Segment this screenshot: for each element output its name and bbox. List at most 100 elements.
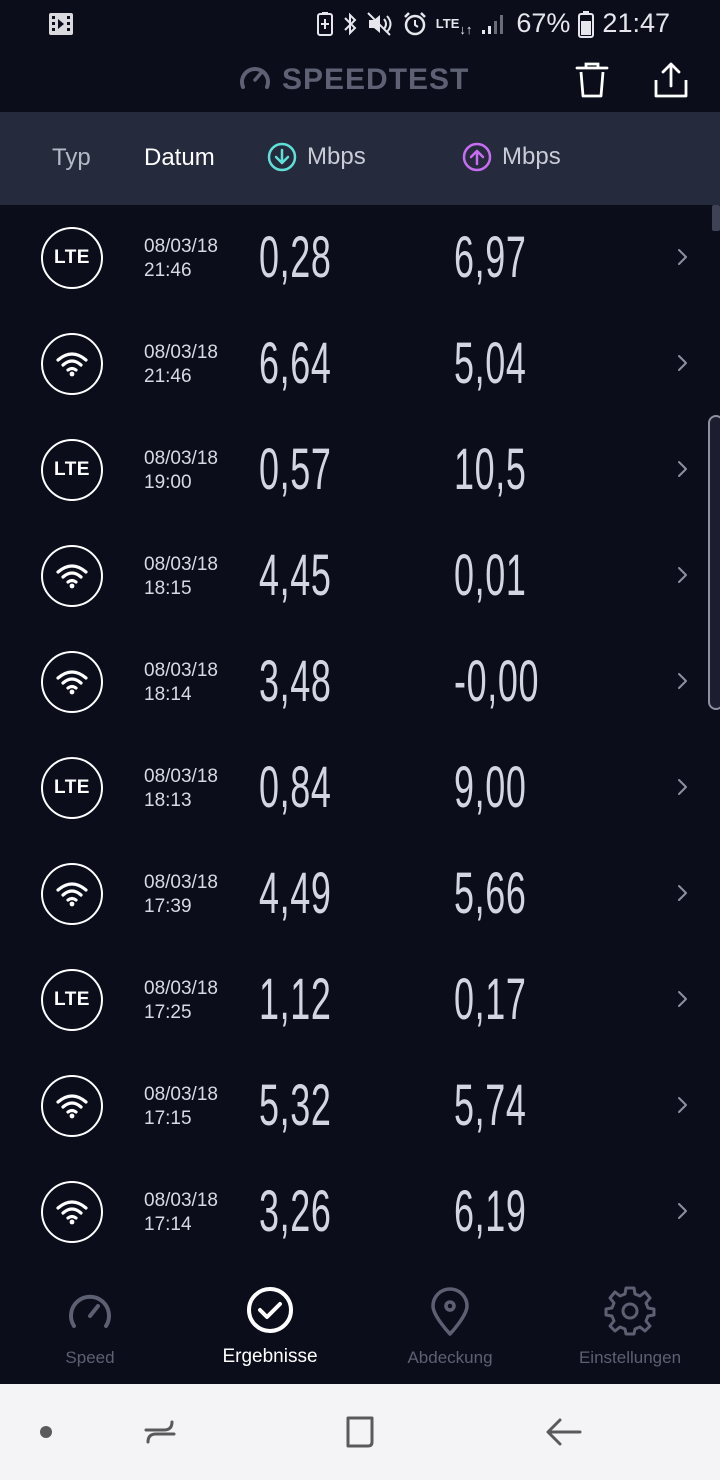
download-value: 4,49: [259, 861, 332, 926]
upload-value: 0,17: [454, 967, 527, 1032]
lte-icon: LTE: [41, 969, 103, 1031]
download-value: 0,84: [259, 755, 332, 820]
nav-results-label: Ergebnisse: [222, 1346, 318, 1367]
nav-settings[interactable]: Einstellungen: [540, 1270, 720, 1384]
download-value: 5,32: [259, 1073, 332, 1138]
battery-percent: 67%: [516, 8, 571, 38]
app-title: SPEEDTEST: [238, 62, 469, 97]
result-time: 18:15: [144, 578, 192, 599]
nav-dot-icon[interactable]: [40, 1426, 52, 1438]
result-datetime: 08/03/18 21:46: [144, 341, 218, 389]
result-datetime: 08/03/18 19:00: [144, 447, 218, 495]
delete-button[interactable]: [574, 60, 610, 100]
chevron-right-icon: [676, 563, 690, 587]
chevron-right-icon: [676, 1093, 690, 1117]
column-upload[interactable]: Mbps: [462, 142, 561, 172]
scrollbar[interactable]: [712, 205, 720, 231]
result-datetime: 08/03/18 18:13: [144, 765, 218, 813]
result-datetime: 08/03/18 17:39: [144, 871, 218, 919]
chevron-right-icon: [676, 1199, 690, 1223]
result-row[interactable]: 08/03/18 18:15 4,45 0,01: [0, 523, 720, 629]
nav-speed[interactable]: Speed: [0, 1270, 180, 1384]
lte-icon: LTE: [41, 227, 103, 289]
nav-coverage-label: Abdeckung: [407, 1348, 493, 1367]
wifi-icon: [41, 863, 103, 925]
upload-value: 9,00: [454, 755, 527, 820]
upload-value: 6,97: [454, 225, 527, 290]
app-bar: SPEEDTEST: [0, 50, 720, 112]
nav-coverage[interactable]: Abdeckung: [360, 1270, 540, 1384]
result-time: 17:25: [144, 1002, 192, 1023]
lte-icon: LTE: [41, 439, 103, 501]
share-icon: [654, 62, 688, 98]
mute-icon: [366, 11, 394, 37]
column-header: Typ Datum Mbps Mbps: [0, 112, 720, 205]
back-icon[interactable]: [544, 1414, 584, 1450]
column-date[interactable]: Datum: [144, 144, 215, 172]
result-datetime: 08/03/18 17:25: [144, 977, 218, 1025]
column-type[interactable]: Typ: [52, 144, 91, 172]
column-download[interactable]: Mbps: [267, 142, 366, 172]
upload-value: 5,66: [454, 861, 527, 926]
upload-value: 6,19: [454, 1179, 527, 1244]
result-time: 19:00: [144, 472, 192, 493]
result-time: 17:15: [144, 1108, 192, 1129]
chevron-right-icon: [676, 987, 690, 1011]
download-value: 0,28: [259, 225, 332, 290]
result-time: 17:39: [144, 896, 192, 917]
download-value: 0,57: [259, 437, 332, 502]
home-icon[interactable]: [340, 1412, 380, 1452]
result-row[interactable]: LTE 08/03/18 21:46 0,28 6,97: [0, 205, 720, 311]
status-bar: LTE ↓↑ 67% 21:47: [0, 0, 720, 50]
nav-results[interactable]: Ergebnisse: [180, 1270, 360, 1384]
result-date: 08/03/18: [144, 448, 218, 469]
result-date: 08/03/18: [144, 660, 218, 681]
result-row[interactable]: LTE 08/03/18 17:25 1,12 0,17: [0, 947, 720, 1053]
lte-icon: LTE ↓↑: [435, 15, 473, 37]
download-value: 3,48: [259, 649, 332, 714]
share-button[interactable]: [652, 60, 690, 100]
results-list[interactable]: LTE 08/03/18 21:46 0,28 6,97 08/03/18 21:46 6,6…: [0, 205, 720, 1265]
result-row[interactable]: LTE 08/03/18 19:00 0,57 10,5: [0, 417, 720, 523]
chevron-right-icon: [676, 669, 690, 693]
result-datetime: 08/03/18 17:15: [144, 1083, 218, 1131]
result-row[interactable]: 08/03/18 21:46 6,64 5,04: [0, 311, 720, 417]
check-circle-icon: [247, 1287, 293, 1333]
clock: 21:47: [602, 8, 670, 38]
result-date: 08/03/18: [144, 1084, 218, 1105]
video-icon: [48, 12, 74, 36]
upload-value: 10,5: [454, 437, 527, 502]
wifi-icon: [41, 333, 103, 395]
upload-value: 5,04: [454, 331, 527, 396]
download-value: 1,12: [259, 967, 332, 1032]
result-time: 18:13: [144, 790, 192, 811]
result-time: 21:46: [144, 260, 192, 281]
wifi-icon: [41, 1075, 103, 1137]
result-row[interactable]: 08/03/18 17:39 4,49 5,66: [0, 841, 720, 947]
upload-value: 0,01: [454, 543, 527, 608]
edge-panel-handle[interactable]: [708, 415, 720, 710]
nav-settings-label: Einstellungen: [578, 1348, 682, 1367]
column-download-label: Mbps: [307, 143, 366, 170]
result-time: 18:14: [144, 684, 192, 705]
speedometer-icon: [238, 62, 272, 97]
wifi-icon: [41, 545, 103, 607]
result-row[interactable]: LTE 08/03/18 18:13 0,84 9,00: [0, 735, 720, 841]
download-value: 6,64: [259, 331, 332, 396]
trash-icon: [575, 62, 609, 98]
speedometer-icon: [69, 1294, 111, 1328]
result-time: 21:46: [144, 366, 192, 387]
download-value: 4,45: [259, 543, 332, 608]
upload-value: 5,74: [454, 1073, 527, 1138]
result-date: 08/03/18: [144, 872, 218, 893]
result-row[interactable]: 08/03/18 17:15 5,32 5,74: [0, 1053, 720, 1159]
result-datetime: 08/03/18 18:15: [144, 553, 218, 601]
result-row[interactable]: 08/03/18 17:14 3,26 6,19: [0, 1159, 720, 1265]
system-nav-bar: [0, 1384, 720, 1480]
battery-icon: [578, 10, 595, 38]
chevron-right-icon: [676, 351, 690, 375]
result-datetime: 08/03/18 21:46: [144, 235, 218, 283]
recent-apps-icon[interactable]: [140, 1414, 180, 1450]
result-date: 08/03/18: [144, 554, 218, 575]
result-row[interactable]: 08/03/18 18:14 3,48 -0,00: [0, 629, 720, 735]
